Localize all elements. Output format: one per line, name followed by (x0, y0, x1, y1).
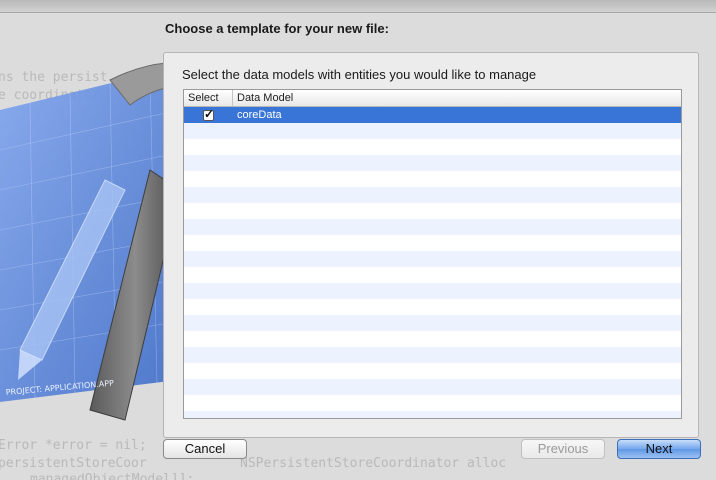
new-file-dialog: Choose a template for your new file: Sel… (0, 12, 716, 480)
panel-heading: Select the data models with entities you… (182, 67, 537, 82)
table-row[interactable]: ✓ coreData (184, 107, 681, 123)
empty-row (184, 283, 681, 299)
previous-button[interactable]: Previous (521, 439, 605, 459)
empty-row (184, 251, 681, 267)
data-model-table[interactable]: Select Data Model ✓ coreData (183, 89, 682, 419)
empty-row (184, 331, 681, 347)
empty-row (184, 395, 681, 411)
cancel-button[interactable]: Cancel (163, 439, 247, 459)
select-checkbox[interactable]: ✓ (203, 106, 215, 121)
empty-row (184, 235, 681, 251)
table-header: Select Data Model (184, 90, 681, 107)
select-cell: ✓ (184, 106, 233, 121)
empty-row (184, 171, 681, 187)
template-panel: Select the data models with entities you… (163, 52, 699, 438)
data-model-name: coreData (237, 109, 282, 121)
empty-row (184, 123, 681, 139)
next-button[interactable]: Next (617, 439, 701, 459)
empty-row (184, 347, 681, 363)
table-rows: ✓ coreData (184, 107, 681, 418)
empty-row (184, 203, 681, 219)
empty-row (184, 267, 681, 283)
column-header-data-model[interactable]: Data Model (233, 90, 681, 106)
dialog-title: Choose a template for your new file: (165, 21, 389, 36)
empty-row (184, 379, 681, 395)
column-header-select[interactable]: Select (184, 90, 233, 106)
empty-row (184, 363, 681, 379)
empty-row (184, 299, 681, 315)
empty-row (184, 139, 681, 155)
empty-row (184, 219, 681, 235)
empty-row (184, 155, 681, 171)
empty-row (184, 411, 681, 418)
empty-row (184, 315, 681, 331)
empty-row (184, 187, 681, 203)
checkmark-icon: ✓ (204, 106, 215, 121)
